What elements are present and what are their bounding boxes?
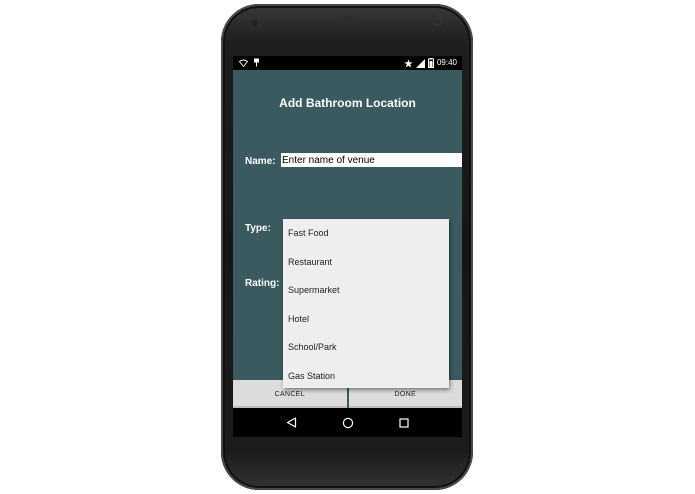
screen: 09:40 Add Bathroom Location Name: Type: … bbox=[233, 56, 462, 437]
signal-icon bbox=[415, 58, 425, 68]
wifi-icon bbox=[239, 59, 248, 67]
star-icon bbox=[404, 58, 413, 68]
navigation-bar bbox=[233, 408, 462, 437]
stage: 09:40 Add Bathroom Location Name: Type: … bbox=[0, 0, 695, 494]
status-time: 09:40 bbox=[436, 58, 457, 67]
dropdown-option-restaurant[interactable]: Restaurant bbox=[283, 248, 449, 277]
dropdown-option-school-park[interactable]: School/Park bbox=[283, 333, 449, 362]
dropdown-option-hotel[interactable]: Hotel bbox=[283, 305, 449, 334]
speaker-icon bbox=[341, 16, 353, 20]
name-input[interactable] bbox=[281, 153, 462, 167]
page-title: Add Bathroom Location bbox=[279, 96, 416, 110]
name-label: Name: bbox=[245, 156, 276, 167]
camera-icon bbox=[434, 18, 442, 26]
dropdown-option-gas-station[interactable]: Gas Station bbox=[283, 362, 449, 391]
sensor-icon bbox=[252, 20, 258, 26]
dropdown-option-supermarket[interactable]: Supermarket bbox=[283, 276, 449, 305]
dropdown-option-fast-food[interactable]: Fast Food bbox=[283, 219, 449, 248]
type-label: Type: bbox=[245, 223, 271, 234]
usb-icon bbox=[253, 58, 260, 67]
battery-icon bbox=[427, 58, 434, 68]
back-icon[interactable] bbox=[286, 417, 297, 428]
recents-icon[interactable] bbox=[399, 417, 409, 428]
type-dropdown-list: Fast Food Restaurant Supermarket Hotel S… bbox=[283, 219, 449, 388]
rating-label: Rating: bbox=[245, 278, 280, 289]
status-bar: 09:40 bbox=[233, 56, 462, 70]
home-icon[interactable] bbox=[342, 417, 354, 429]
